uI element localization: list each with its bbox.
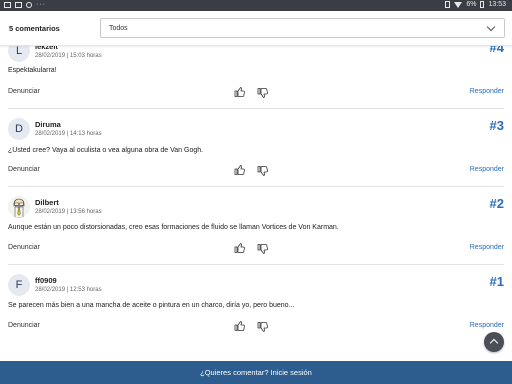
thumbs-down-icon[interactable]: [257, 87, 269, 99]
report-button[interactable]: Denunciar: [8, 244, 40, 251]
thumbs-down-icon[interactable]: [257, 165, 269, 177]
comment-date: 28/02/2019 | 14:13 horas: [35, 131, 102, 137]
chevron-down-icon: [486, 22, 496, 32]
comment-author[interactable]: Diruma: [35, 120, 61, 129]
comment-number: #1: [489, 274, 504, 289]
comment-text: Aunque están un poco distorsionadas, cre…: [8, 224, 339, 231]
comment-count: 5 comentarios: [9, 24, 60, 33]
dilbert-avatar-icon: [8, 196, 30, 218]
reply-button[interactable]: Responder: [470, 166, 504, 173]
avatar: F: [8, 274, 30, 296]
gallery-icon: [4, 1, 11, 8]
battery-percent: 6%: [466, 1, 477, 8]
more-icon: ···: [36, 1, 46, 8]
sync-icon: [26, 1, 32, 8]
comment-filter-value: Todos: [109, 25, 128, 32]
thumbs-down-icon[interactable]: [257, 321, 269, 333]
comment-text: Se parecen más bien a una mancha de acei…: [8, 302, 295, 309]
thumbs-down-icon[interactable]: [257, 243, 269, 255]
report-button[interactable]: Denunciar: [8, 166, 40, 173]
status-bar: ··· 6% 13:53: [0, 0, 512, 11]
thumbs-up-icon[interactable]: [234, 320, 246, 332]
scroll-to-top-button[interactable]: [484, 332, 504, 352]
report-button[interactable]: Denunciar: [8, 88, 40, 95]
comment-number: #3: [489, 118, 504, 133]
comment-number: #2: [489, 196, 504, 211]
avatar: [8, 196, 30, 218]
reply-button[interactable]: Responder: [470, 88, 504, 95]
thumbs-up-icon[interactable]: [234, 242, 246, 254]
battery-icon: [480, 1, 485, 8]
comment-date: 28/02/2019 | 13:56 horas: [35, 209, 102, 215]
comment-date: 28/02/2019 | 15:03 horas: [35, 53, 102, 59]
comments-header: 5 comentarios Todos: [0, 11, 512, 46]
comment-item: D Diruma 28/02/2019 | 14:13 horas #3 ¿Us…: [0, 108, 512, 186]
clock: 13:53: [488, 1, 506, 8]
comment-text: Espektakularra!: [8, 67, 57, 74]
login-to-comment-label: ¿Quieres comentar? Inicie sesión: [200, 368, 312, 377]
wifi-icon: [454, 1, 463, 8]
comment-filter-select[interactable]: Todos: [100, 18, 505, 38]
comment-item: Dilbert 28/02/2019 | 13:56 horas #2 Aunq…: [0, 186, 512, 264]
comment-author[interactable]: ff0909: [35, 276, 57, 285]
chevron-up-icon: [489, 338, 499, 348]
comment-text: ¿Usted cree? Vaya al oculista o vea algu…: [8, 147, 204, 154]
login-to-comment-bar[interactable]: ¿Quieres comentar? Inicie sesión: [0, 361, 512, 384]
reply-button[interactable]: Responder: [470, 244, 504, 251]
reply-button[interactable]: Responder: [470, 322, 504, 329]
thumbs-up-icon[interactable]: [234, 86, 246, 98]
comment-item: F ff0909 28/02/2019 | 12:53 horas #1 Se …: [0, 264, 512, 342]
silent-icon: [445, 1, 451, 8]
report-button[interactable]: Denunciar: [8, 322, 40, 329]
image-icon: [15, 1, 22, 8]
comment-author[interactable]: Dilbert: [35, 198, 59, 207]
thumbs-up-icon[interactable]: [234, 164, 246, 176]
avatar: D: [8, 118, 30, 140]
comment-date: 28/02/2019 | 12:53 horas: [35, 287, 102, 293]
